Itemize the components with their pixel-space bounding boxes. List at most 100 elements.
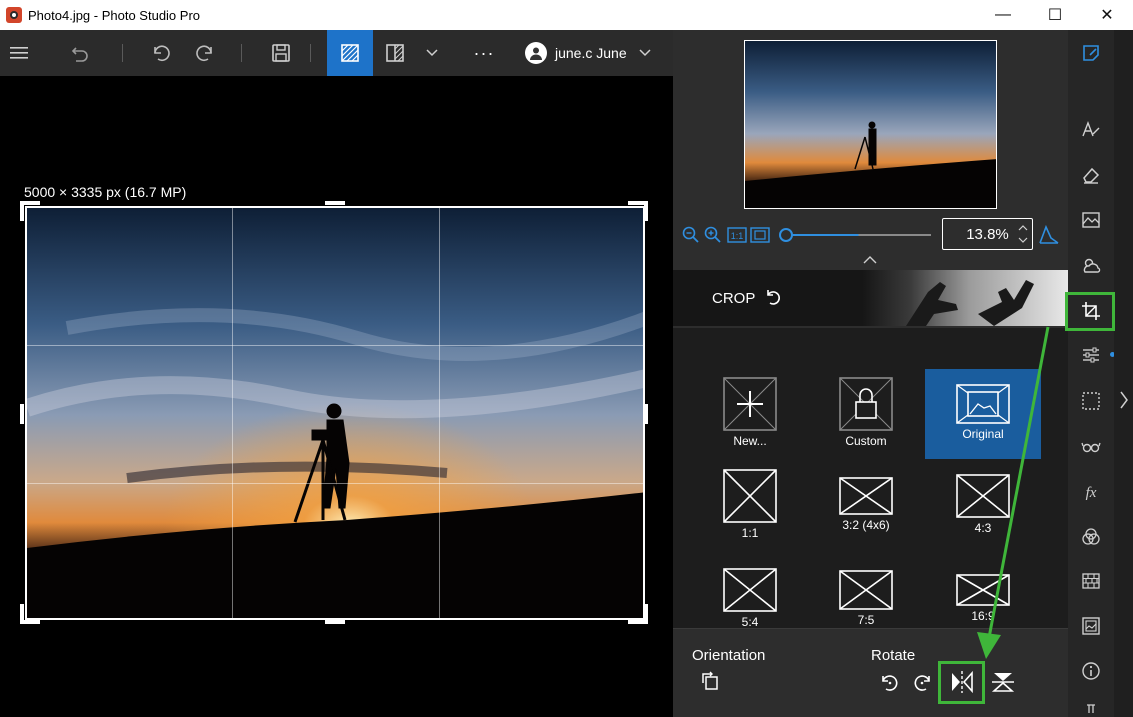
- redo-button[interactable]: [183, 30, 229, 76]
- auto-enhance-button[interactable]: [1080, 119, 1102, 141]
- flip-vertical-icon[interactable]: [991, 670, 1015, 694]
- user-name: june.c June: [555, 45, 627, 61]
- photo-image[interactable]: [25, 206, 645, 620]
- image-canvas[interactable]: 5000 × 3335 px (16.7 MP): [0, 76, 673, 717]
- flip-horizontal-highlight: [938, 661, 985, 704]
- crop-preset-label: New...: [733, 434, 767, 448]
- spinner-arrows-icon[interactable]: [1018, 223, 1028, 245]
- hamburger-icon: [10, 47, 28, 59]
- actual-size-icon[interactable]: 1:1: [727, 227, 747, 243]
- window-title: Photo4.jpg - Photo Studio Pro: [28, 7, 201, 23]
- rotate-right-icon[interactable]: [913, 673, 933, 693]
- crop-preset-tile[interactable]: 3:2 (4x6): [808, 465, 924, 555]
- adjustments-button[interactable]: [1080, 344, 1102, 366]
- chevron-down-icon: [639, 49, 651, 57]
- fit-screen-icon[interactable]: [750, 227, 770, 243]
- app-logo-icon: [6, 7, 22, 23]
- view-dropdown-button[interactable]: [417, 30, 447, 76]
- minimize-button[interactable]: —: [977, 0, 1029, 30]
- save-icon: [272, 44, 290, 62]
- crop-handle-top[interactable]: [325, 201, 345, 205]
- crop-handle-top-left[interactable]: [20, 201, 24, 221]
- split-view-icon: [386, 44, 404, 62]
- single-view-button[interactable]: [327, 30, 373, 76]
- toolbar-divider: [122, 44, 123, 62]
- crop-preset-label: 1:1: [741, 526, 759, 540]
- user-account-button[interactable]: june.c June: [525, 30, 651, 76]
- ratio-icon: [839, 477, 893, 515]
- more-options-button[interactable]: ···: [459, 30, 509, 76]
- color-mix-button[interactable]: [1080, 526, 1102, 548]
- svg-text:fx: fx: [1086, 485, 1097, 501]
- rotate-label: Rotate: [871, 647, 916, 664]
- ratio-icon: [723, 469, 777, 523]
- grid-line: [439, 208, 440, 618]
- sun-cloud-icon: [1083, 258, 1101, 273]
- toolbar-divider: [241, 44, 242, 62]
- frame-button[interactable]: [1080, 615, 1102, 637]
- selection-button[interactable]: [1080, 390, 1102, 412]
- crop-handle-bottom-right[interactable]: [644, 604, 648, 624]
- rotate-left-icon[interactable]: [879, 673, 899, 693]
- histogram-icon[interactable]: [1039, 224, 1059, 244]
- crop-preset-tile[interactable]: New...: [692, 369, 808, 459]
- zoom-out-icon[interactable]: [682, 226, 700, 244]
- info-button[interactable]: [1080, 660, 1102, 682]
- marquee-selection-icon: [1082, 392, 1100, 410]
- zoom-percentage-field[interactable]: 13.8%: [942, 218, 1033, 250]
- color-circles-icon: [1082, 528, 1100, 545]
- eraser-icon: [1083, 167, 1100, 184]
- zoom-value: 13.8%: [966, 225, 1009, 243]
- grid-line: [27, 483, 643, 484]
- close-button[interactable]: ✕: [1081, 0, 1133, 30]
- chevron-down-icon: [426, 49, 438, 57]
- zoom-slider[interactable]: [777, 226, 935, 244]
- crop-handle-top-right[interactable]: [644, 201, 648, 221]
- collapse-up-icon[interactable]: [863, 256, 877, 264]
- landscape-icon: [1082, 212, 1100, 228]
- undo-button[interactable]: [137, 30, 183, 76]
- orientation-label: Orientation: [692, 647, 766, 664]
- grid-line: [27, 345, 643, 346]
- red-eye-button[interactable]: [1080, 436, 1102, 458]
- crop-handle-bottom-left[interactable]: [20, 604, 24, 624]
- undo-all-button[interactable]: [38, 30, 122, 76]
- maximize-button[interactable]: ☐: [1029, 0, 1081, 30]
- undo-icon: [154, 45, 170, 62]
- menu-button[interactable]: [0, 30, 38, 76]
- reset-icon[interactable]: [764, 288, 782, 306]
- grid-line: [232, 208, 233, 618]
- crop-handle-left[interactable]: [20, 404, 24, 424]
- texture-button[interactable]: [1080, 570, 1102, 592]
- crop-preset-label: Custom: [845, 434, 887, 448]
- edit-panel-button[interactable]: [1080, 42, 1102, 64]
- zoom-in-icon[interactable]: [704, 226, 722, 244]
- lock-icon: [839, 377, 893, 431]
- orientation-swap-icon[interactable]: [700, 671, 720, 691]
- crop-handle-bottom[interactable]: [325, 620, 345, 624]
- toolbar-divider: [310, 44, 311, 62]
- eraser-button[interactable]: [1080, 164, 1102, 186]
- compare-view-button[interactable]: [373, 30, 417, 76]
- info-icon: [1082, 662, 1100, 680]
- navigator-preview[interactable]: [744, 40, 997, 209]
- hands-frame-illustration: [906, 280, 1034, 326]
- crop-header: CROP: [673, 270, 1068, 326]
- chevron-right-icon[interactable]: [1119, 391, 1129, 409]
- save-button[interactable]: [252, 30, 310, 76]
- undo-all-icon: [71, 47, 88, 62]
- plus-icon: [723, 377, 777, 431]
- sliders-icon: [1083, 347, 1099, 363]
- crop-handle-right[interactable]: [644, 404, 648, 424]
- weather-button[interactable]: [1080, 254, 1102, 276]
- crop-preset-tile[interactable]: Custom: [808, 369, 924, 459]
- pin-icon: [1087, 704, 1095, 713]
- pin-button[interactable]: [1080, 700, 1102, 716]
- landscape-button[interactable]: [1080, 209, 1102, 231]
- crop-preset-tile[interactable]: 1:1: [692, 465, 808, 555]
- fx-icon: fx: [1086, 485, 1097, 501]
- crop-preset-label: 3:2 (4x6): [842, 518, 890, 532]
- preview-thumbnail: [745, 41, 996, 208]
- zoom-controls: 1:1 13.8%: [673, 218, 1068, 254]
- effects-button[interactable]: fx: [1080, 481, 1102, 503]
